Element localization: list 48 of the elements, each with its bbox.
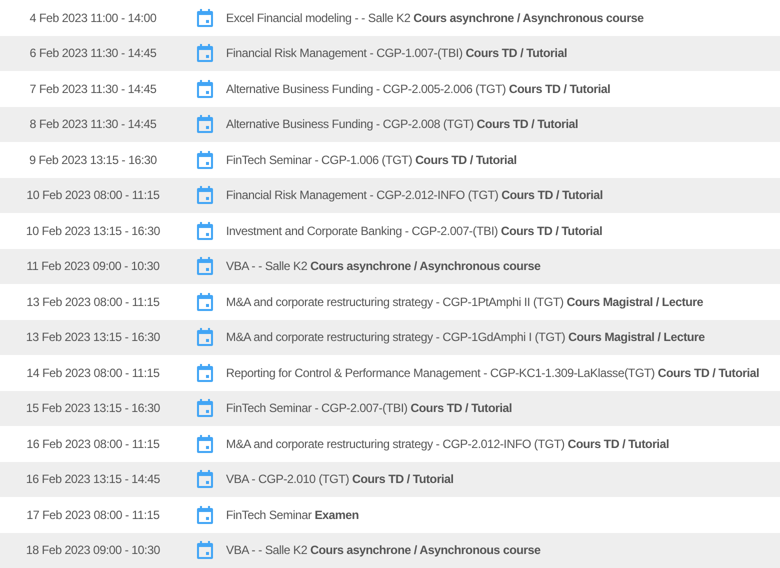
event-title: FinTech Seminar - CGP-1.006 (TGT) Cours TD / Tutorial bbox=[226, 152, 517, 169]
calendar-icon bbox=[197, 364, 213, 382]
calendar-icon bbox=[197, 506, 213, 524]
event-title: Financial Risk Management - CGP-2.012-INFO (TGT) Cours TD / Tutorial bbox=[226, 187, 603, 204]
calendar-icon bbox=[197, 541, 213, 560]
event-time: 11 Feb 2023 09:00 - 10:30 bbox=[25, 258, 161, 276]
event-title: Reporting for Control & Performance Management - CGP-KC1-1.309-LaKlasse(TGT) Cours TD / Tutorial bbox=[226, 364, 760, 382]
event-time: 16 Feb 2023 13:15 - 14:45 bbox=[25, 471, 161, 488]
event-title: M&A and corporate restructuring strategy - CGP-1GdAmphi I (TGT) Cours Magistral / Lecture bbox=[226, 329, 705, 346]
calendar-icon bbox=[197, 470, 213, 488]
event-time: 10 Feb 2023 08:00 - 11:15 bbox=[25, 187, 161, 204]
event-time: 8 Feb 2023 11:30 - 14:45 bbox=[28, 116, 158, 134]
event-time: 16 Feb 2023 08:00 - 11:15 bbox=[25, 436, 161, 453]
event-time: 9 Feb 2023 13:15 - 16:30 bbox=[28, 152, 158, 169]
event-title: M&A and corporate restructuring strategy - CGP-1PtAmphi II (TGT) Cours Magistral / Lecture bbox=[226, 294, 704, 311]
calendar-icon bbox=[197, 186, 213, 204]
event-title: VBA - - Salle K2 Cours asynchrone / Asynchronous course bbox=[226, 258, 540, 276]
event-title: Alternative Business Funding - CGP-2.005-2.006 (TGT) Cours TD / Tutorial bbox=[226, 80, 610, 98]
event-title: M&A and corporate restructuring strategy - CGP-2.012-INFO (TGT) Cours TD / Tutorial bbox=[226, 436, 670, 453]
event-time: 10 Feb 2023 13:15 - 16:30 bbox=[25, 222, 161, 240]
event-time: 6 Feb 2023 11:30 - 14:45 bbox=[28, 45, 158, 62]
event-time: 14 Feb 2023 08:00 - 11:15 bbox=[25, 364, 161, 382]
calendar-icon bbox=[197, 44, 213, 62]
calendar-icon bbox=[197, 257, 213, 276]
calendar-icon bbox=[197, 292, 213, 311]
event-title: Alternative Business Funding - CGP-2.008 (TGT) Cours TD / Tutorial bbox=[226, 116, 578, 134]
event-time: 17 Feb 2023 08:00 - 11:15 bbox=[25, 506, 161, 524]
calendar-icon bbox=[197, 150, 213, 169]
event-time: 13 Feb 2023 13:15 - 16:30 bbox=[25, 329, 161, 346]
event-time: 18 Feb 2023 09:00 - 10:30 bbox=[25, 542, 161, 560]
calendar-icon bbox=[197, 8, 213, 27]
event-title: Investment and Corporate Banking - CGP-2.007-(TBI) Cours TD / Tutorial bbox=[226, 222, 602, 240]
event-time: 4 Feb 2023 11:00 - 14:00 bbox=[28, 10, 158, 27]
calendar-icon bbox=[197, 222, 213, 240]
event-title: Financial Risk Management - CGP-1.007-(TBI) Cours TD / Tutorial bbox=[226, 45, 567, 62]
event-time: 7 Feb 2023 11:30 - 14:45 bbox=[28, 80, 158, 98]
event-title: FinTech Seminar Examen bbox=[226, 506, 359, 524]
event-time: 13 Feb 2023 08:00 - 11:15 bbox=[25, 294, 161, 311]
event-title: Excel Financial modeling - - Salle K2 Cours asynchrone / Asynchronous course bbox=[226, 10, 644, 27]
calendar-icon bbox=[197, 399, 213, 418]
calendar-icon bbox=[197, 434, 213, 453]
event-title: FinTech Seminar - CGP-2.007-(TBI) Cours TD / Tutorial bbox=[226, 400, 512, 418]
event-title: VBA - - Salle K2 Cours asynchrone / Asynchronous course bbox=[226, 542, 540, 560]
calendar-icon bbox=[197, 115, 213, 134]
event-time: 15 Feb 2023 13:15 - 16:30 bbox=[25, 400, 161, 418]
calendar-icon bbox=[197, 80, 213, 98]
event-title: VBA - CGP-2.010 (TGT) Cours TD / Tutorial bbox=[226, 471, 454, 488]
calendar-icon bbox=[197, 328, 213, 346]
